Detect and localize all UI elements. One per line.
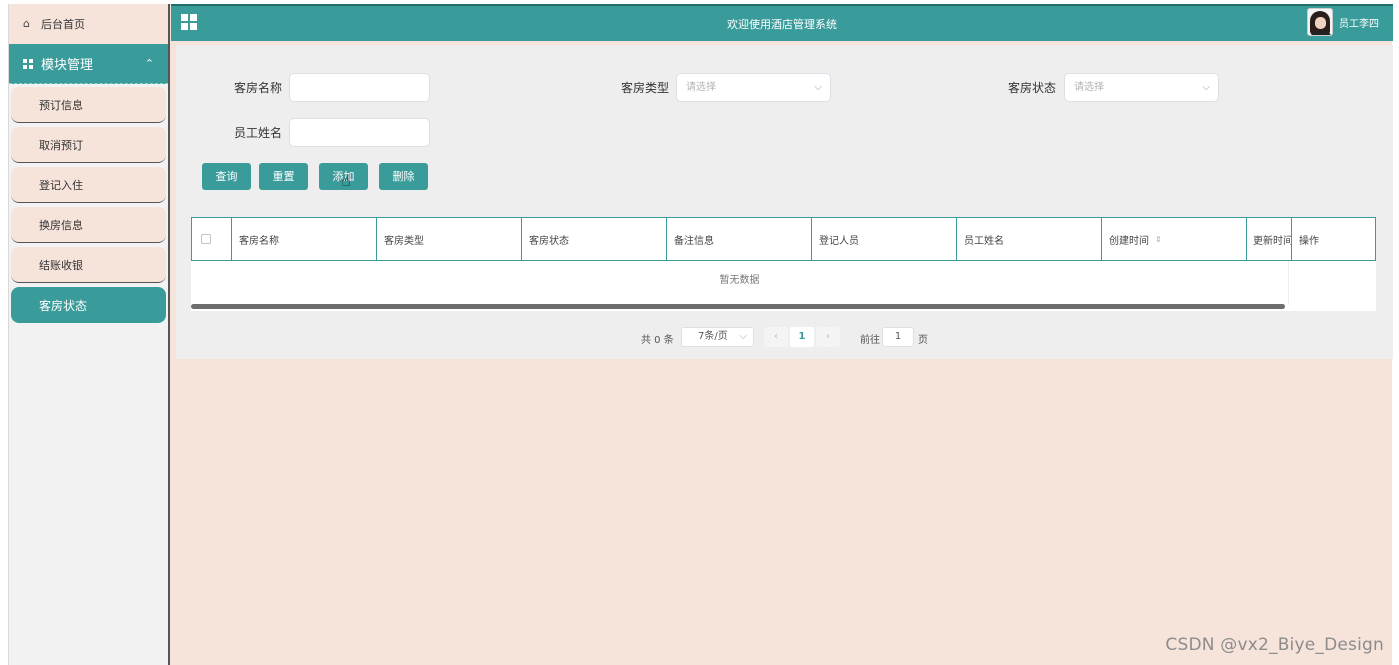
sidebar-item-cancel-reservation[interactable]: 取消预订 bbox=[11, 127, 166, 163]
home-icon: ⌂ bbox=[23, 17, 30, 30]
room-name-input[interactable] bbox=[289, 73, 430, 102]
sidebar-item-checkout[interactable]: 结账收银 bbox=[11, 247, 166, 283]
empty-text: 暂无数据 bbox=[719, 275, 760, 286]
top-header: 欢迎使用酒店管理系统 员工李四 bbox=[171, 4, 1393, 41]
room-status-label: 客房状态 bbox=[1008, 81, 1057, 95]
reset-button[interactable]: 重置 bbox=[259, 163, 308, 190]
column-header: 客房名称 bbox=[231, 217, 376, 261]
chevron-down-icon: ⌵ bbox=[1202, 82, 1210, 93]
chevron-up-icon: ⌃ bbox=[144, 57, 154, 70]
main-panel: 客房名称 客房类型 请选择 ⌵ 客房状态 请选择 ⌵ 员工姓名 查询 重置 添加… bbox=[176, 45, 1393, 359]
hand-cursor-icon: ☝ bbox=[341, 171, 351, 190]
select-all-checkbox[interactable] bbox=[201, 234, 211, 244]
chevron-down-icon: ⌵ bbox=[814, 82, 822, 93]
page-size-select[interactable]: 7条/页 ⌵ bbox=[681, 327, 754, 347]
column-header: 更新时间 bbox=[1246, 217, 1291, 261]
query-button[interactable]: 查询 bbox=[202, 163, 251, 190]
employee-name-input[interactable] bbox=[289, 118, 430, 147]
page-suffix: 页 bbox=[918, 335, 928, 346]
room-status-select[interactable]: 请选择 ⌵ bbox=[1064, 73, 1219, 102]
select-all-cell bbox=[191, 217, 231, 261]
sidebar-item-label: 换房信息 bbox=[39, 218, 83, 232]
delete-button[interactable]: 删除 bbox=[379, 163, 428, 190]
horizontal-scrollbar[interactable] bbox=[191, 304, 1285, 309]
column-header: 操作 bbox=[1291, 217, 1376, 261]
room-status-table: 客房名称 客房类型 客房状态 备注信息 登记人员 员工姓名 创建时间 ⇕ 更新时间… bbox=[191, 217, 1376, 311]
sidebar-home-label: 后台首页 bbox=[41, 18, 85, 31]
app-shell: ⌂ 后台首页 模块管理 ⌃ 预订信息 取消预订 登记入住 换房信息 结账收银 客… bbox=[8, 4, 1393, 665]
column-header: 客房类型 bbox=[376, 217, 521, 261]
sidebar-module-label: 模块管理 bbox=[41, 58, 94, 73]
sort-icon[interactable]: ⇕ bbox=[1155, 235, 1162, 244]
room-type-label: 客房类型 bbox=[621, 81, 670, 95]
sidebar-item-label: 登记入住 bbox=[39, 178, 83, 192]
sidebar-item-reservation[interactable]: 预订信息 bbox=[11, 87, 166, 123]
sidebar-home[interactable]: ⌂ 后台首页 bbox=[9, 4, 168, 44]
column-header: 备注信息 bbox=[666, 217, 811, 261]
operation-column bbox=[1288, 261, 1376, 305]
sidebar-item-room-change[interactable]: 换房信息 bbox=[11, 207, 166, 243]
column-header-sortable[interactable]: 创建时间 ⇕ bbox=[1101, 217, 1246, 261]
chevron-down-icon: ⌵ bbox=[739, 331, 747, 342]
watermark: CSDN @vx2_Biye_Design bbox=[1165, 635, 1384, 655]
sidebar-item-room-status[interactable]: 客房状态 bbox=[11, 287, 166, 323]
user-menu[interactable]: 员工李四 bbox=[1307, 8, 1379, 36]
table-header: 客房名称 客房类型 客房状态 备注信息 登记人员 员工姓名 创建时间 ⇕ 更新时间… bbox=[191, 217, 1376, 261]
sidebar-item-check-in[interactable]: 登记入住 bbox=[11, 167, 166, 203]
grid-icon bbox=[23, 58, 33, 69]
sidebar-item-label: 取消预订 bbox=[39, 138, 83, 152]
sidebar-menu: 预订信息 取消预订 登记入住 换房信息 结账收银 客房状态 bbox=[9, 84, 168, 323]
total-count: 共 0 条 bbox=[641, 335, 674, 346]
employee-name-label: 员工姓名 bbox=[234, 126, 283, 140]
sidebar-module-group[interactable]: 模块管理 ⌃ bbox=[9, 44, 168, 84]
sidebar-item-label: 客房状态 bbox=[39, 298, 88, 313]
user-name: 员工李四 bbox=[1339, 18, 1379, 30]
column-header: 登记人员 bbox=[811, 217, 956, 261]
pagination: 共 0 条 7条/页 ⌵ ‹ 1 › 前往 1 页 bbox=[176, 327, 1393, 347]
room-type-placeholder: 请选择 bbox=[686, 82, 716, 93]
goto-page-input[interactable]: 1 bbox=[882, 327, 914, 347]
room-name-label: 客房名称 bbox=[234, 81, 283, 95]
column-header: 客房状态 bbox=[521, 217, 666, 261]
sidebar: ⌂ 后台首页 模块管理 ⌃ 预订信息 取消预订 登记入住 换房信息 结账收银 客… bbox=[9, 4, 170, 665]
page-title: 欢迎使用酒店管理系统 bbox=[727, 18, 837, 31]
room-type-select[interactable]: 请选择 ⌵ bbox=[676, 73, 831, 102]
avatar bbox=[1307, 8, 1333, 36]
page-size-value: 7条/页 bbox=[698, 331, 728, 342]
prev-page-button[interactable]: ‹ bbox=[764, 327, 788, 347]
room-status-placeholder: 请选择 bbox=[1074, 82, 1104, 93]
sidebar-item-label: 结账收银 bbox=[39, 258, 83, 272]
column-header: 员工姓名 bbox=[956, 217, 1101, 261]
next-page-button[interactable]: › bbox=[816, 327, 840, 347]
sidebar-item-label: 预订信息 bbox=[39, 98, 83, 112]
goto-label: 前往 bbox=[860, 335, 880, 346]
page-number[interactable]: 1 bbox=[790, 327, 814, 347]
